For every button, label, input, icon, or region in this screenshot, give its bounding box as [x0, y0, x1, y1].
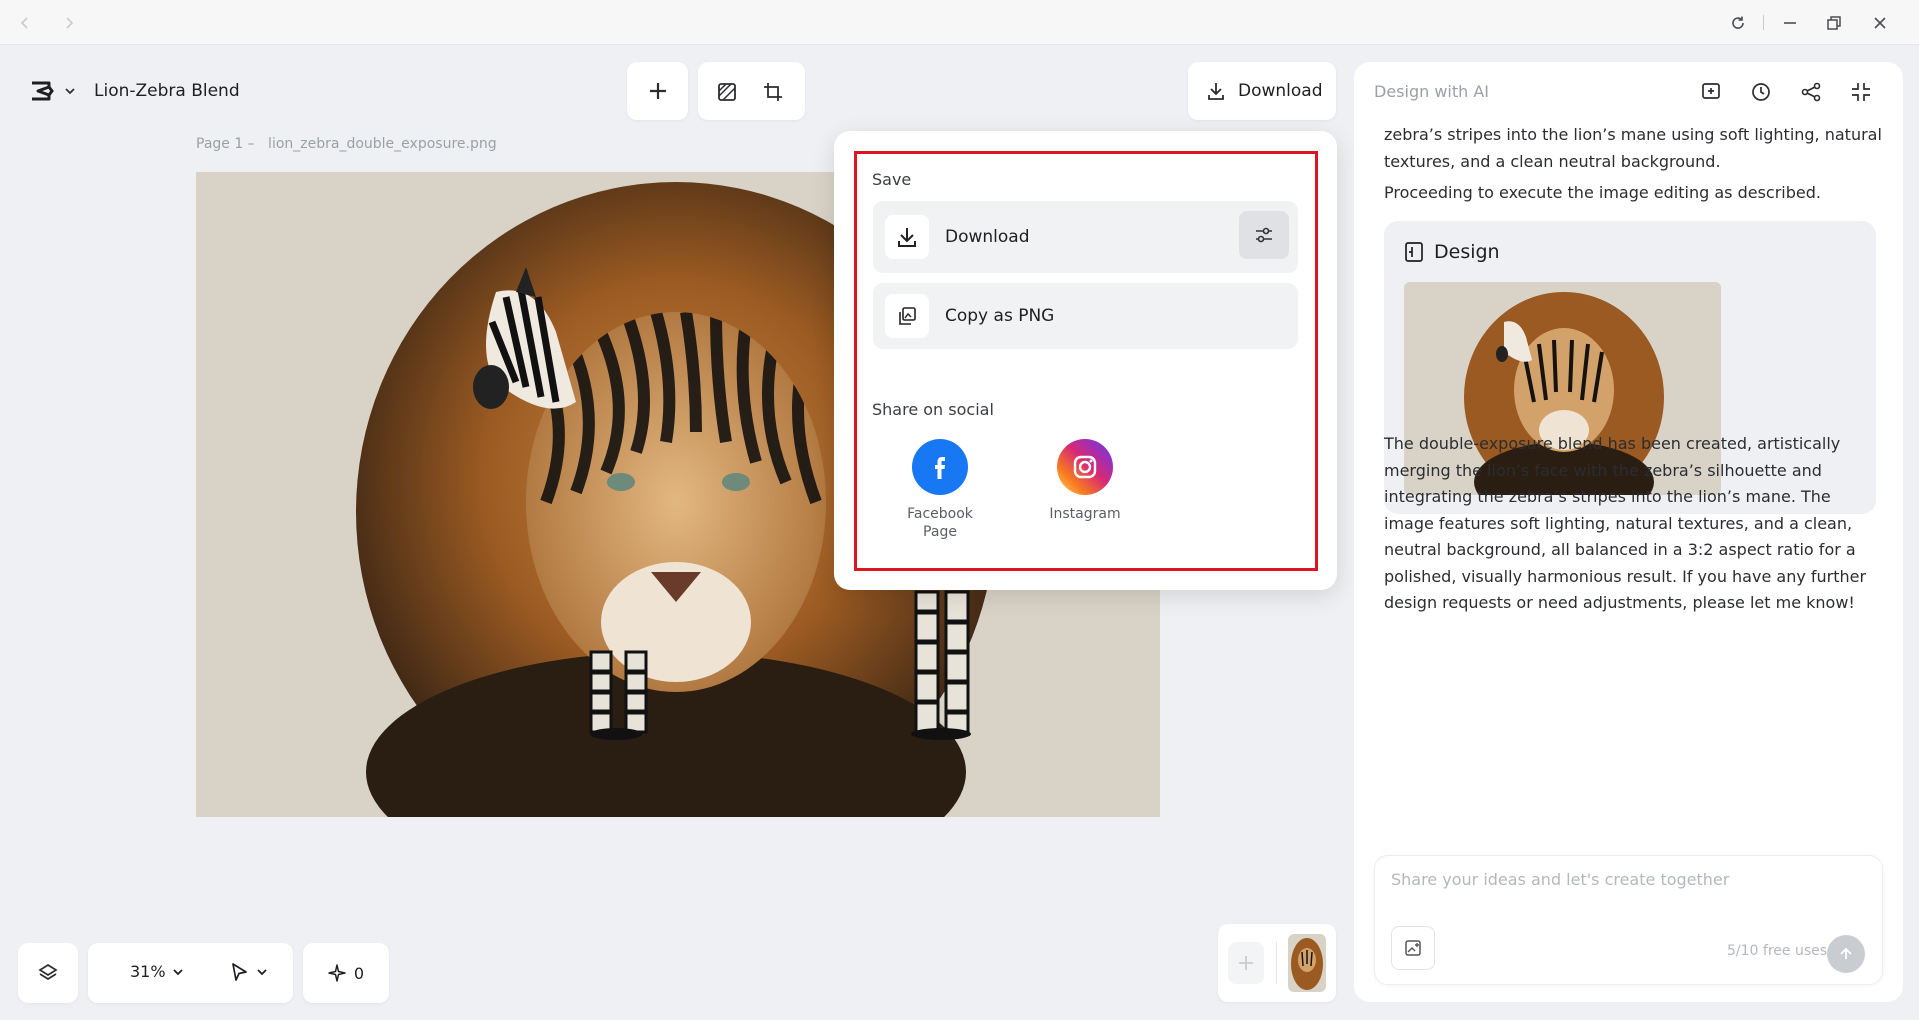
- download-option-label: Download: [945, 227, 1030, 247]
- share-icon[interactable]: [1797, 78, 1825, 106]
- pages-strip: [1218, 924, 1336, 1002]
- pointer-tool-dropdown[interactable]: [228, 961, 268, 983]
- restore-icon[interactable]: [1822, 11, 1846, 35]
- free-uses-counter: 5/10 free uses: [1727, 943, 1828, 959]
- download-button-label: Download: [1238, 81, 1323, 101]
- window-titlebar: [0, 0, 1919, 45]
- zoom-dropdown[interactable]: 31%: [130, 962, 184, 981]
- attach-image-button[interactable]: [1391, 926, 1435, 970]
- ai-message-proceed: Proceeding to execute the image editing …: [1384, 183, 1821, 202]
- resize-icon[interactable]: [761, 80, 785, 104]
- sparkle-icon: [328, 964, 346, 982]
- close-icon[interactable]: [1868, 11, 1892, 35]
- collapse-icon[interactable]: [1847, 78, 1875, 106]
- ai-message-top: zebra’s stripes into the lion’s mane usi…: [1384, 125, 1882, 171]
- layers-icon: [38, 963, 58, 981]
- copy-as-png-label: Copy as PNG: [945, 306, 1055, 326]
- download-button[interactable]: Download: [1188, 62, 1336, 120]
- project-menu[interactable]: Lion-Zebra Blend: [16, 62, 266, 120]
- history-icon[interactable]: [1747, 78, 1775, 106]
- share-facebook-page[interactable]: Facebook Page: [890, 439, 990, 541]
- credits-button[interactable]: 0: [303, 943, 389, 1003]
- add-page-button[interactable]: [1228, 942, 1264, 984]
- design-card-label: Design: [1434, 241, 1500, 263]
- chevron-down-icon[interactable]: [64, 82, 76, 101]
- background-remove-icon[interactable]: [715, 80, 739, 104]
- copy-as-png-option[interactable]: Copy as PNG: [873, 283, 1298, 349]
- layers-button[interactable]: [18, 943, 78, 1003]
- arrow-up-icon: [1840, 947, 1852, 959]
- pointer-icon: [228, 961, 250, 983]
- canvas-tools-group: [698, 62, 805, 120]
- forward-arrow-icon[interactable]: [57, 11, 81, 35]
- minimize-icon[interactable]: [1778, 11, 1802, 35]
- design-icon: [1404, 241, 1424, 263]
- chat-input[interactable]: Share your ideas and let's create togeth…: [1391, 870, 1729, 889]
- download-icon: [1206, 81, 1226, 101]
- ai-message-result: The double-exposure blend has been creat…: [1384, 434, 1867, 612]
- add-image-icon: [1405, 940, 1421, 956]
- share-heading: Share on social: [872, 400, 994, 419]
- page-label: Page 1 – lion_zebra_double_exposure.png: [196, 136, 497, 152]
- plus-icon: [649, 83, 666, 99]
- chevron-down-icon: [256, 966, 268, 978]
- facebook-icon: [912, 439, 968, 495]
- share-instagram[interactable]: Instagram: [1035, 439, 1135, 523]
- copy-image-icon: [885, 294, 929, 338]
- back-arrow-icon[interactable]: [13, 11, 37, 35]
- download-settings-button[interactable]: [1239, 211, 1289, 259]
- app-logo-icon: [28, 77, 56, 105]
- ai-panel-title: Design with AI: [1374, 82, 1490, 101]
- facebook-label: Facebook Page: [907, 506, 973, 540]
- send-button[interactable]: [1827, 935, 1865, 973]
- instagram-icon: [1057, 439, 1113, 495]
- plus-icon: [1239, 956, 1253, 970]
- new-chat-icon[interactable]: [1697, 78, 1725, 106]
- ai-panel: Design with AI zebra’s stripes into the …: [1354, 62, 1903, 1002]
- zoom-tools-group: 31%: [88, 943, 293, 1003]
- chevron-down-icon: [172, 966, 184, 978]
- chat-input-box[interactable]: Share your ideas and let's create togeth…: [1374, 855, 1883, 985]
- titlebar-divider: [1763, 15, 1764, 30]
- sliders-icon: [1256, 227, 1272, 243]
- download-option[interactable]: Download: [873, 201, 1298, 273]
- add-button[interactable]: [627, 62, 688, 120]
- zoom-level: 31%: [130, 962, 166, 981]
- design-card-header: Design: [1404, 241, 1500, 263]
- project-title[interactable]: Lion-Zebra Blend: [94, 81, 240, 101]
- credits-count: 0: [353, 963, 365, 983]
- page-thumbnail[interactable]: [1288, 934, 1326, 992]
- pages-divider: [1276, 942, 1277, 984]
- instagram-label: Instagram: [1049, 506, 1121, 522]
- save-heading: Save: [872, 170, 912, 189]
- download-icon: [885, 215, 929, 259]
- reload-icon[interactable]: [1726, 11, 1750, 35]
